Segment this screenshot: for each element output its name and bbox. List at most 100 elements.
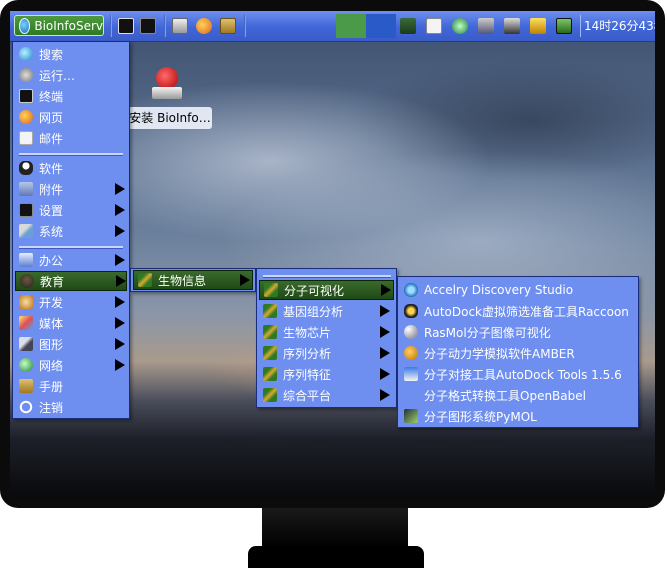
menu-item-label: 搜索	[39, 47, 64, 62]
menu-item-sequence-features[interactable]: 序列特征	[259, 364, 394, 384]
taskbar-separator	[244, 15, 246, 37]
menu-item-system[interactable]: 系统	[15, 221, 127, 241]
menu-item-openbabel[interactable]: 分子格式转换工具OpenBabel	[400, 385, 636, 405]
menu-item-web[interactable]: 网页	[15, 107, 127, 127]
bioinfo-submenu: 分子可视化 基因组分析 生物芯片 序列分析 序列特征 综合平台	[256, 268, 397, 408]
menu-item-mail[interactable]: 邮件	[15, 128, 127, 148]
submenu-arrow-icon	[115, 317, 125, 329]
menu-item-molecular-visualization[interactable]: 分子可视化	[259, 280, 394, 300]
menu-item-rasmol[interactable]: RasMol分子图像可视化	[400, 322, 636, 342]
menu-item-label: AutoDock虚拟筛选准备工具Raccoon	[424, 304, 629, 319]
menu-item-label: 手册	[39, 379, 64, 394]
menu-item-graphics[interactable]: 图形	[15, 334, 127, 354]
monitor-tray-icon[interactable]	[478, 18, 494, 34]
menu-item-biochip[interactable]: 生物芯片	[259, 322, 394, 342]
menu-item-label: 分子格式转换工具OpenBabel	[424, 388, 586, 403]
printer-launcher-icon[interactable]	[172, 18, 188, 34]
taskbar-separator	[164, 15, 166, 37]
start-button[interactable]: BioInfoServ	[14, 15, 104, 36]
bioinfo-icon	[264, 283, 278, 297]
submenu-arrow-icon	[115, 338, 125, 350]
installer-icon	[150, 67, 184, 101]
menu-item-integrated-platform[interactable]: 综合平台	[259, 385, 394, 405]
run-icon	[19, 68, 33, 82]
menu-item-logout[interactable]: 注销	[15, 397, 127, 417]
menu-item-development[interactable]: 开发	[15, 292, 127, 312]
education-icon	[20, 274, 34, 288]
menu-item-office[interactable]: 办公	[15, 250, 127, 270]
menu-item-label: Accelry Discovery Studio	[424, 283, 574, 297]
desktop-install-icon[interactable]: 安装 BioInfo…	[122, 67, 212, 129]
menu-item-run[interactable]: 运行…	[15, 65, 127, 85]
menu-item-search[interactable]: 搜索	[15, 44, 127, 64]
menu-item-accessories[interactable]: 附件	[15, 179, 127, 199]
submenu-arrow-icon	[115, 296, 125, 308]
discovery-studio-icon	[404, 283, 418, 297]
system-monitor-tray-icon[interactable]	[556, 18, 572, 34]
connection-tray-icon[interactable]	[504, 18, 520, 34]
menu-item-bioinformatics[interactable]: 生物信息	[133, 270, 253, 290]
tool-tray-icon[interactable]	[530, 18, 546, 34]
menu-item-autodock-tools[interactable]: 分子对接工具AutoDock Tools 1.5.6	[400, 364, 636, 384]
bioinfo-icon	[263, 346, 277, 360]
bioinfo-icon	[138, 273, 152, 287]
menu-item-label: 生物信息	[158, 273, 207, 288]
menu-item-terminal[interactable]: 终端	[15, 86, 127, 106]
menu-item-label: RasMol分子图像可视化	[424, 325, 551, 340]
autodock-icon	[404, 367, 418, 381]
menu-item-raccoon[interactable]: AutoDock虚拟筛选准备工具Raccoon	[400, 301, 636, 321]
menu-item-education[interactable]: 教育	[15, 271, 127, 291]
development-icon	[19, 295, 33, 309]
desktop-icon-label: 安装 BioInfo…	[128, 107, 212, 129]
menu-item-label: 生物芯片	[283, 325, 332, 340]
submenu-arrow-icon	[115, 225, 125, 237]
menu-item-label: 基因组分析	[283, 304, 344, 319]
monitor-stand-neck	[262, 508, 408, 548]
menu-item-label: 运行…	[39, 68, 76, 83]
menu-item-genome-analysis[interactable]: 基因组分析	[259, 301, 394, 321]
firefox-launcher-icon[interactable]	[196, 18, 212, 34]
menu-item-network[interactable]: 网络	[15, 355, 127, 375]
menu-item-media[interactable]: 媒体	[15, 313, 127, 333]
network-tray-icon[interactable]	[400, 18, 416, 34]
workspace-1[interactable]	[336, 14, 366, 38]
firefox-icon	[19, 110, 33, 124]
taskbar-clock: 14时26分43秒	[580, 15, 655, 37]
terminal-icon	[19, 89, 33, 103]
menu-item-label: 分子图形系统PyMOL	[424, 409, 537, 424]
bioinfo-icon	[263, 367, 277, 381]
submenu-arrow-icon	[116, 275, 126, 287]
terminal-launcher-icon[interactable]	[118, 18, 134, 34]
molecular-visualization-submenu: Accelry Discovery Studio AutoDock虚拟筛选准备工…	[397, 276, 639, 428]
display-launcher-icon[interactable]	[140, 18, 156, 34]
menu-item-label: 序列分析	[283, 346, 332, 361]
mail-icon	[19, 131, 33, 145]
bioinfo-icon	[263, 388, 277, 402]
submenu-arrow-icon	[381, 284, 391, 296]
menu-item-label: 附件	[39, 182, 64, 197]
graphics-icon	[19, 337, 33, 351]
menu-item-label: 序列特征	[283, 367, 332, 382]
media-icon	[19, 316, 33, 330]
volume-tray-icon[interactable]	[452, 18, 468, 34]
menu-item-pymol[interactable]: 分子图形系统PyMOL	[400, 406, 636, 426]
taskbar: BioInfoServ 14时26分43秒	[10, 11, 655, 42]
menu-item-label: 注销	[39, 400, 64, 415]
bioinfo-icon	[263, 304, 277, 318]
menu-item-label: 网络	[39, 358, 64, 373]
menu-separator	[263, 275, 391, 278]
menu-item-sequence-analysis[interactable]: 序列分析	[259, 343, 394, 363]
desktop-wallpaper-hills	[10, 438, 655, 498]
monitor-stand-base	[248, 546, 424, 568]
menu-item-settings[interactable]: 设置	[15, 200, 127, 220]
mail-tray-icon[interactable]	[426, 18, 442, 34]
workspace-2[interactable]	[366, 14, 396, 38]
submenu-arrow-icon	[380, 389, 390, 401]
menu-item-software[interactable]: 软件	[15, 158, 127, 178]
menu-item-label: 终端	[39, 89, 64, 104]
menu-item-discovery-studio[interactable]: Accelry Discovery Studio	[400, 280, 636, 300]
menu-item-amber[interactable]: 分子动力学模拟软件AMBER	[400, 343, 636, 363]
menu-item-manual[interactable]: 手册	[15, 376, 127, 396]
submenu-arrow-icon	[115, 359, 125, 371]
book-launcher-icon[interactable]	[220, 18, 236, 34]
